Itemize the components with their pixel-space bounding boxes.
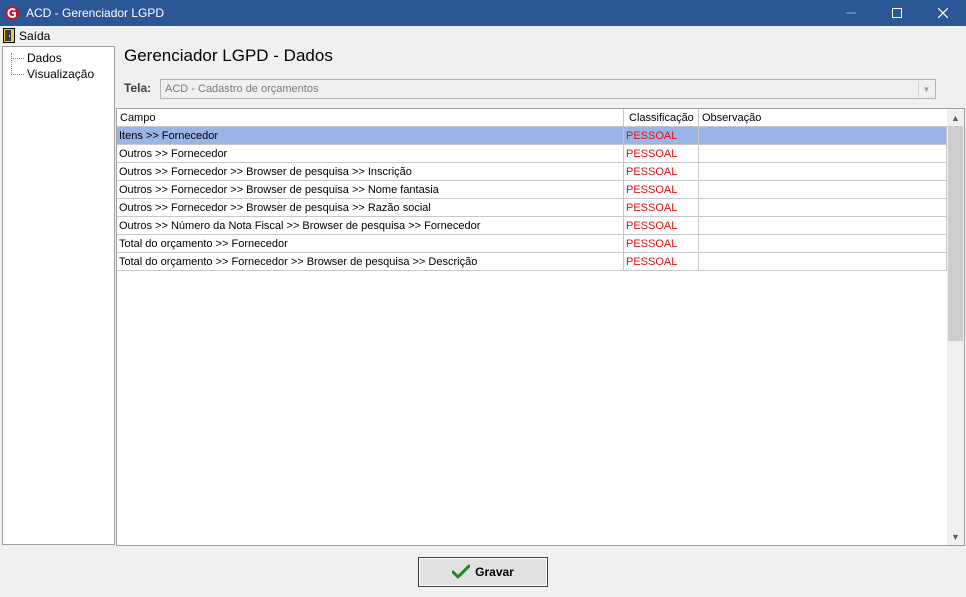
save-button[interactable]: Gravar <box>418 557 548 587</box>
scrollbar-thumb[interactable] <box>948 126 963 341</box>
title-bar: ACD - Gerenciador LGPD <box>0 0 966 26</box>
cell-classificacao[interactable]: PESSOAL <box>624 217 699 234</box>
save-button-label: Gravar <box>475 565 514 579</box>
table-row[interactable]: Outros >> Fornecedor >> Browser de pesqu… <box>117 163 947 181</box>
cell-classificacao[interactable]: PESSOAL <box>624 235 699 252</box>
tree-item-label: Visualização <box>27 67 95 81</box>
column-header-observacao[interactable]: Observação <box>699 109 947 127</box>
chevron-down-icon[interactable]: ▼ <box>918 81 934 97</box>
menu-bar: Saída <box>0 26 966 45</box>
cell-observacao[interactable] <box>699 235 946 252</box>
column-header-classificacao[interactable]: Classificação <box>624 109 699 127</box>
cell-observacao[interactable] <box>699 199 946 216</box>
cell-campo: Outros >> Fornecedor >> Browser de pesqu… <box>117 199 624 216</box>
exit-door-icon <box>3 28 15 43</box>
table-row[interactable]: Total do orçamento >> Fornecedor PESSOAL <box>117 235 947 253</box>
menu-exit[interactable]: Saída <box>3 27 50 44</box>
cell-campo: Total do orçamento >> Fornecedor <box>117 235 624 252</box>
minimize-button[interactable] <box>828 0 874 26</box>
page-title: Gerenciador LGPD - Dados <box>124 46 333 65</box>
table-row[interactable]: Outros >> Fornecedor >> Browser de pesqu… <box>117 181 947 199</box>
tree-branch <box>11 73 24 75</box>
cell-observacao[interactable] <box>699 253 946 270</box>
close-button[interactable] <box>920 0 966 26</box>
tela-select-value: ACD - Cadastro de orçamentos <box>165 83 319 95</box>
cell-campo: Outros >> Fornecedor >> Browser de pesqu… <box>117 181 624 198</box>
cell-observacao[interactable] <box>699 145 946 162</box>
menu-exit-label: Saída <box>19 28 51 43</box>
cell-campo: Outros >> Fornecedor <box>117 145 624 162</box>
cell-campo: Outros >> Número da Nota Fiscal >> Brows… <box>117 217 624 234</box>
tree-item-dados[interactable]: Dados <box>11 50 62 66</box>
vertical-scrollbar[interactable]: ▲ ▼ <box>947 109 964 545</box>
app-logo-icon <box>5 6 19 20</box>
table-row[interactable]: Total do orçamento >> Fornecedor >> Brow… <box>117 253 947 271</box>
tree-item-visualizacao[interactable]: Visualização <box>11 66 94 82</box>
tela-label: Tela: <box>124 81 152 95</box>
scroll-up-icon[interactable]: ▲ <box>947 109 964 126</box>
tree-item-label: Dados <box>27 51 62 65</box>
cell-classificacao[interactable]: PESSOAL <box>624 199 699 216</box>
minimize-icon <box>846 12 856 14</box>
fields-grid: Campo Classificação Observação Itens >> … <box>116 108 965 546</box>
cell-observacao[interactable] <box>699 181 946 198</box>
cell-observacao[interactable] <box>699 163 946 180</box>
grid-header: Campo Classificação Observação <box>117 109 947 127</box>
cell-classificacao[interactable]: PESSOAL <box>624 181 699 198</box>
cell-classificacao[interactable]: PESSOAL <box>624 253 699 270</box>
column-header-campo[interactable]: Campo <box>117 109 624 127</box>
cell-classificacao[interactable]: PESSOAL <box>624 145 699 162</box>
navigation-tree: Dados Visualização <box>2 46 115 545</box>
table-row[interactable]: Itens >> Fornecedor PESSOAL <box>117 127 947 145</box>
tree-branch <box>11 57 24 59</box>
table-row[interactable]: Outros >> Fornecedor PESSOAL <box>117 145 947 163</box>
window-title: ACD - Gerenciador LGPD <box>26 6 165 20</box>
table-row[interactable]: Outros >> Fornecedor >> Browser de pesqu… <box>117 199 947 217</box>
tela-select[interactable]: ACD - Cadastro de orçamentos ▼ <box>160 79 936 99</box>
cell-campo: Total do orçamento >> Fornecedor >> Brow… <box>117 253 624 270</box>
close-icon <box>938 8 948 18</box>
grid-rows: Itens >> Fornecedor PESSOAL Outros >> Fo… <box>117 127 947 271</box>
maximize-button[interactable] <box>874 0 920 26</box>
table-row[interactable]: Outros >> Número da Nota Fiscal >> Brows… <box>117 217 947 235</box>
maximize-icon <box>892 8 902 18</box>
checkmark-icon <box>452 564 471 579</box>
cell-classificacao[interactable]: PESSOAL <box>624 163 699 180</box>
scroll-down-icon[interactable]: ▼ <box>947 528 964 545</box>
cell-classificacao[interactable]: PESSOAL <box>624 127 699 144</box>
cell-observacao[interactable] <box>699 217 946 234</box>
cell-campo: Itens >> Fornecedor <box>117 127 624 144</box>
cell-observacao[interactable] <box>699 127 946 144</box>
cell-campo: Outros >> Fornecedor >> Browser de pesqu… <box>117 163 624 180</box>
